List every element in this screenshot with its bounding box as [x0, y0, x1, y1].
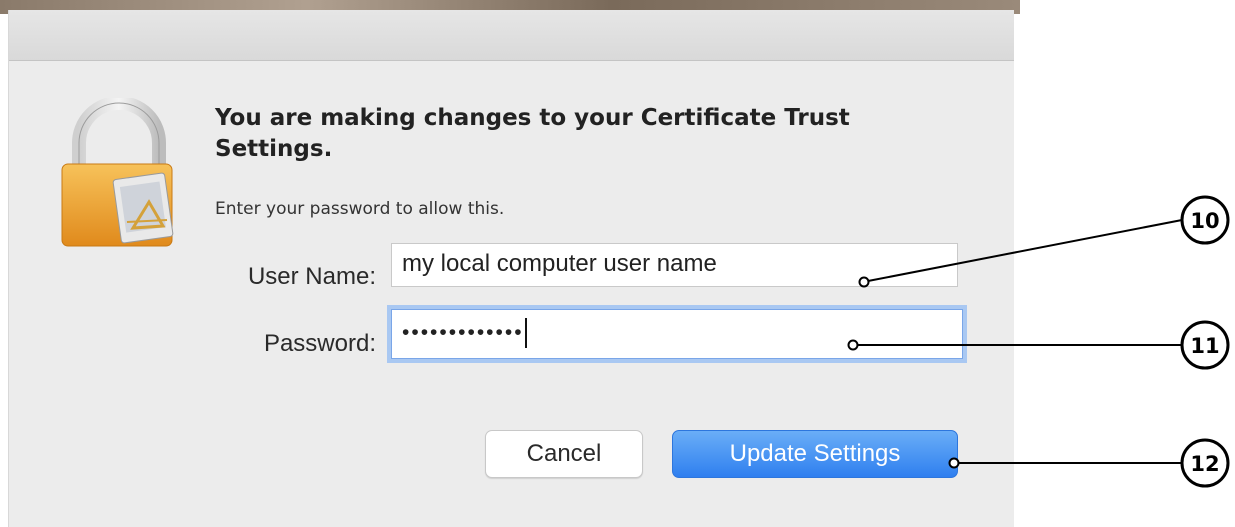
cancel-button[interactable]: Cancel — [485, 430, 643, 478]
callout-12-label: 12 — [1190, 452, 1219, 476]
username-label: User Name: — [247, 263, 376, 290]
password-dots: ••••••••••••• — [402, 321, 524, 344]
lock-icon — [61, 98, 174, 247]
dialog-headline: You are making changes to your Certifica… — [215, 105, 850, 162]
text-caret — [524, 318, 527, 349]
callout-10-label: 10 — [1190, 209, 1219, 233]
update-settings-button[interactable]: Update Settings — [672, 430, 958, 478]
dialog-titlebar — [9, 10, 1014, 61]
username-field[interactable]: my local computer user name — [391, 243, 958, 287]
dialog-message: Enter your password to allow this. — [215, 199, 505, 219]
password-field[interactable]: ••••••••••••• — [391, 309, 963, 359]
password-label: Password: — [263, 330, 376, 357]
callout-11-label: 11 — [1190, 334, 1219, 358]
